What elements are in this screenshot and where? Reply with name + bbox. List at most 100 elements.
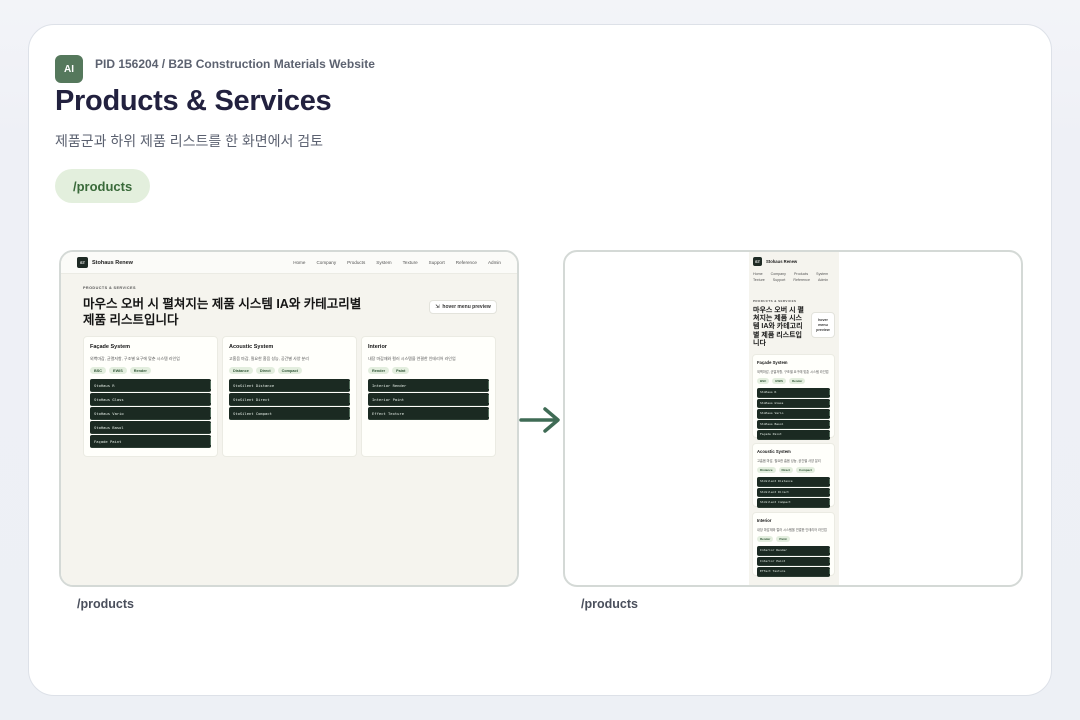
route-pill[interactable]: /products	[55, 169, 151, 203]
nav-link-company[interactable]: Company	[316, 260, 336, 265]
product-item[interactable]: Interior Render	[757, 546, 830, 556]
category-card-0[interactable]: Façade System 외벽마감, 균열저항, 구조별 요구에 맞춘 시스템 …	[83, 336, 218, 457]
nav-link-texture[interactable]: Texture	[403, 260, 418, 265]
nav-link-home[interactable]: Home	[753, 272, 763, 276]
nav-links: Home Company Products System Texture Support R…	[293, 260, 501, 265]
product-item[interactable]: Interior Paint	[757, 556, 830, 566]
desktop-frame-label: /products	[77, 597, 134, 611]
product-item[interactable]: StoHaus Basol	[90, 421, 211, 434]
nav-link-support[interactable]: Support	[773, 278, 786, 282]
category-tag[interactable]: Render	[789, 378, 806, 384]
nav-link-system[interactable]: System	[376, 260, 391, 265]
hero-line: 마우스 오버 시 펼	[753, 307, 804, 314]
product-item[interactable]: StoHaus R	[90, 379, 211, 392]
site-logo[interactable]: ST	[77, 257, 88, 268]
nav-link-home[interactable]: Home	[293, 260, 305, 265]
product-list: StoSilent Distance StoSilent Direct StoSil…	[757, 477, 830, 508]
nav-link-reference[interactable]: Reference	[793, 278, 810, 282]
hero-line-2: 제품 리스트입니다	[83, 313, 179, 327]
page-title: Products & Services	[55, 85, 332, 117]
category-tag[interactable]: Render	[129, 367, 151, 374]
product-item[interactable]: Façade Paint	[757, 430, 830, 440]
category-tag[interactable]: BSC	[90, 367, 107, 374]
hero-heading: 마우스 오버 시 펼쳐지는 제품 시스템 IA와 카테고리별 제품 리스트입니다	[753, 307, 809, 348]
category-description: 고흡음 마감, 필요한 흡음 성능, 공간별 사양 분리	[757, 459, 821, 463]
nav-link-products[interactable]: Products	[794, 272, 808, 276]
product-item[interactable]: StoHaus R	[757, 388, 830, 398]
category-description: 내장 마감재와 컬러 시스템을 연결한 인테리어 라인업	[368, 356, 456, 361]
site-brand[interactable]: Stohaus Renew	[92, 260, 133, 266]
category-tag[interactable]: Paint	[392, 367, 410, 374]
product-item[interactable]: Façade Paint	[90, 435, 211, 448]
hero-line: 니다	[753, 339, 766, 347]
category-tag[interactable]: Paint	[776, 536, 790, 542]
category-card-0[interactable]: Façade System 외벽마감, 균열저항, 구조별 요구에 맞춘 시스템 …	[752, 354, 835, 440]
category-tags: Render Paint	[368, 367, 495, 374]
eyebrow: PRODUCTS & SERVICES	[753, 299, 797, 303]
mobile-site: ST Stohaus Renew Home Company Products Syst…	[749, 252, 839, 585]
product-item[interactable]: StoHaus Vario	[90, 407, 211, 420]
product-item[interactable]: StoHaus Vario	[757, 409, 830, 419]
category-tag[interactable]: Render	[368, 367, 390, 374]
nav-link-products[interactable]: Products	[347, 260, 365, 265]
category-tag[interactable]: Distance	[229, 367, 253, 374]
category-tag[interactable]: Render	[757, 536, 774, 542]
category-card-1[interactable]: Acoustic System 고흡음 마감, 필요한 흡음 성능, 공간별 사양…	[752, 443, 835, 508]
product-item[interactable]: StoSilent Distance	[229, 379, 350, 392]
category-tag[interactable]: BSC	[757, 378, 770, 384]
category-tag[interactable]: EWIS	[772, 378, 787, 384]
category-tags: Render Paint	[757, 536, 834, 542]
category-tag[interactable]: EWIS	[109, 367, 127, 374]
product-item[interactable]: Interior Render	[368, 379, 489, 392]
product-list: StoSilent Distance StoSilent Direct StoSil…	[229, 379, 350, 420]
nav-link-support[interactable]: Support	[429, 260, 445, 265]
nav-link-texture[interactable]: Texture	[753, 278, 765, 282]
product-item[interactable]: Effect Texture	[757, 567, 830, 577]
product-item[interactable]: StoSilent Compact	[229, 407, 350, 420]
product-item[interactable]: StoHaus Glass	[757, 398, 830, 408]
project-id: PID 156204 / B2B Construction Materials …	[95, 57, 375, 71]
category-tag[interactable]: Distance	[757, 467, 776, 473]
product-item[interactable]: StoHaus Basol	[757, 419, 830, 429]
category-card-1[interactable]: Acoustic System 고흡음 마감, 필요한 흡음 성능, 공간별 사양…	[222, 336, 357, 457]
category-description: 외벽마감, 균열저항, 구조별 요구에 맞춘 시스템 라인업	[757, 370, 829, 374]
category-title: Façade System	[90, 344, 131, 350]
category-tag[interactable]: Compact	[796, 467, 815, 473]
hero-line: 템 IA와 카테고리	[753, 323, 803, 331]
category-tags: Distance Direct Compact	[229, 367, 356, 374]
category-tag[interactable]: Direct	[778, 467, 794, 473]
product-item[interactable]: StoSilent Direct	[757, 487, 830, 497]
category-tag[interactable]: Compact	[277, 367, 302, 374]
product-item[interactable]: Effect Texture	[368, 407, 489, 420]
nav-link-admin[interactable]: Admin	[818, 278, 828, 282]
product-item[interactable]: StoSilent Direct	[229, 393, 350, 406]
site-brand[interactable]: Stohaus Renew	[766, 259, 797, 264]
ai-badge: AI	[55, 55, 83, 83]
site-logo[interactable]: ST	[753, 257, 762, 266]
product-list: StoHaus R StoHaus Glass StoHaus Vario StoHa…	[90, 379, 211, 448]
category-card-2[interactable]: Interior 내장 마감재와 컬러 시스템을 연결한 인테리어 라인업 Rend…	[752, 512, 835, 577]
category-title: Acoustic System	[229, 344, 274, 350]
nav-link-reference[interactable]: Reference	[456, 260, 477, 265]
category-title: Interior	[757, 518, 772, 523]
category-description: 고흡음 마감, 필요한 흡음 성능, 공간별 사양 분리	[229, 356, 309, 361]
mobile-preview-frame: ST Stohaus Renew Home Company Products Syst…	[563, 250, 1023, 587]
product-item[interactable]: StoSilent Compact	[757, 498, 830, 508]
product-item[interactable]: StoSilent Distance	[757, 477, 830, 487]
mobile-nav: Home Company Products System Texture Support R…	[749, 272, 839, 282]
product-item[interactable]: StoHaus Glass	[90, 393, 211, 406]
category-tag[interactable]: Direct	[255, 367, 275, 374]
category-description: 내장 마감재와 컬러 시스템을 연결한 인테리어 라인업	[757, 528, 827, 532]
product-item[interactable]: Interior Paint	[368, 393, 489, 406]
hover-menu-chip[interactable]: ⇲ hover menu preview	[429, 300, 497, 314]
nav-link-admin[interactable]: Admin	[488, 260, 501, 265]
desktop-site: ST Stohaus Renew Home Company Products Syst…	[61, 252, 517, 585]
hover-menu-chip[interactable]: hover menu preview	[811, 312, 835, 338]
arrow-right-icon	[519, 407, 560, 433]
nav-link-company[interactable]: Company	[771, 272, 786, 276]
category-title: Acoustic System	[757, 449, 791, 454]
nav-link-system[interactable]: System	[816, 272, 828, 276]
hover-chip-label: hover menu preview	[442, 304, 491, 310]
hover-chip-label: preview	[816, 327, 830, 332]
category-card-2[interactable]: Interior 내장 마감재와 컬러 시스템을 연결한 인테리어 라인업 Rend…	[361, 336, 496, 457]
